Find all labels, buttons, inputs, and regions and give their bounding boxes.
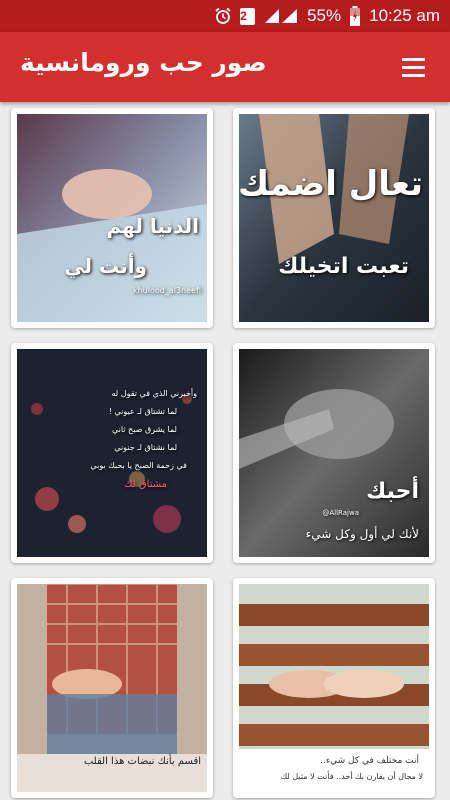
status-bar: 2 55% 10:25 am — [0, 0, 450, 32]
card-caption-line: مشتاق لك — [124, 479, 167, 490]
image-card-5[interactable]: أنت مختلف في كل شيء.. لا مجال أن يقارن ب… — [233, 578, 435, 798]
card-image: الدنيا لهم وأنت لي khulood_al3neefi — [17, 114, 207, 322]
image-card-2[interactable]: الدنيا لهم وأنت لي khulood_al3neefi — [11, 108, 213, 328]
image-card-4[interactable]: وأخبرني الذي في تقول له لما تشتاق لـ عيو… — [11, 343, 213, 563]
clock-time: 10:25 am — [369, 6, 440, 25]
card-image: وأخبرني الذي في تقول له لما تشتاق لـ عيو… — [17, 349, 207, 557]
app-bar: صور حب ورومانسية — [0, 32, 450, 102]
card-image: تعال اضمك تعبت اتخيلك — [239, 114, 429, 322]
image-card-6[interactable]: اقسم بأنك نبضات هذا القلب — [11, 578, 213, 798]
hamburger-menu-icon[interactable] — [398, 52, 430, 82]
card-caption-line: وأخبرني الذي في تقول له — [111, 389, 197, 398]
card-caption-main: أنت مختلف في كل شيء.. — [320, 756, 419, 766]
card-caption-main: تعال اضمك — [239, 164, 423, 204]
card-caption-main: أحبك — [366, 479, 419, 504]
image-card-3[interactable]: أحبك لأنك لي أول وكل شيء @AllRajwa — [233, 343, 435, 563]
card-caption-sub: تعبت اتخيلك — [278, 254, 409, 279]
image-grid: تعال اضمك تعبت اتخيلك الدنيا لهم وأنت لي… — [0, 102, 450, 800]
card-image: اقسم بأنك نبضات هذا القلب — [17, 584, 207, 792]
battery-percent: 55% — [307, 6, 342, 25]
alarm-icon — [214, 7, 232, 25]
card-image: أنت مختلف في كل شيء.. لا مجال أن يقارن ب… — [239, 584, 429, 792]
card-caption-line: لما نشتاق لـ جنوني — [114, 443, 177, 452]
card-caption-sub: وأنت لي — [64, 254, 147, 278]
app-title: صور حب ورومانسية — [20, 48, 267, 77]
card-caption-line: لما تشتاق لـ عيوني ! — [108, 407, 177, 416]
card-watermark: khulood_al3neefi — [132, 286, 201, 295]
card-caption-sub: لا مجال أن يقارن بك أحد.. فأنت لا مثيل ل… — [280, 772, 423, 781]
signal-icon — [263, 7, 299, 25]
sim-badge: 2 — [240, 7, 256, 25]
battery-icon — [349, 6, 361, 26]
image-card-1[interactable]: تعال اضمك تعبت اتخيلك — [233, 108, 435, 328]
card-caption-line: في زحمة الصبح يا بحبك بوبي — [90, 461, 187, 470]
card-image: أحبك لأنك لي أول وكل شيء @AllRajwa — [239, 349, 429, 557]
card-caption-main: اقسم بأنك نبضات هذا القلب — [83, 756, 201, 767]
card-caption-main: الدنيا لهم — [106, 214, 199, 238]
card-watermark: @AllRajwa — [322, 509, 359, 517]
card-caption-line: لما يشرق صبح ثاني — [111, 425, 177, 434]
card-caption-sub: لأنك لي أول وكل شيء — [305, 527, 419, 541]
